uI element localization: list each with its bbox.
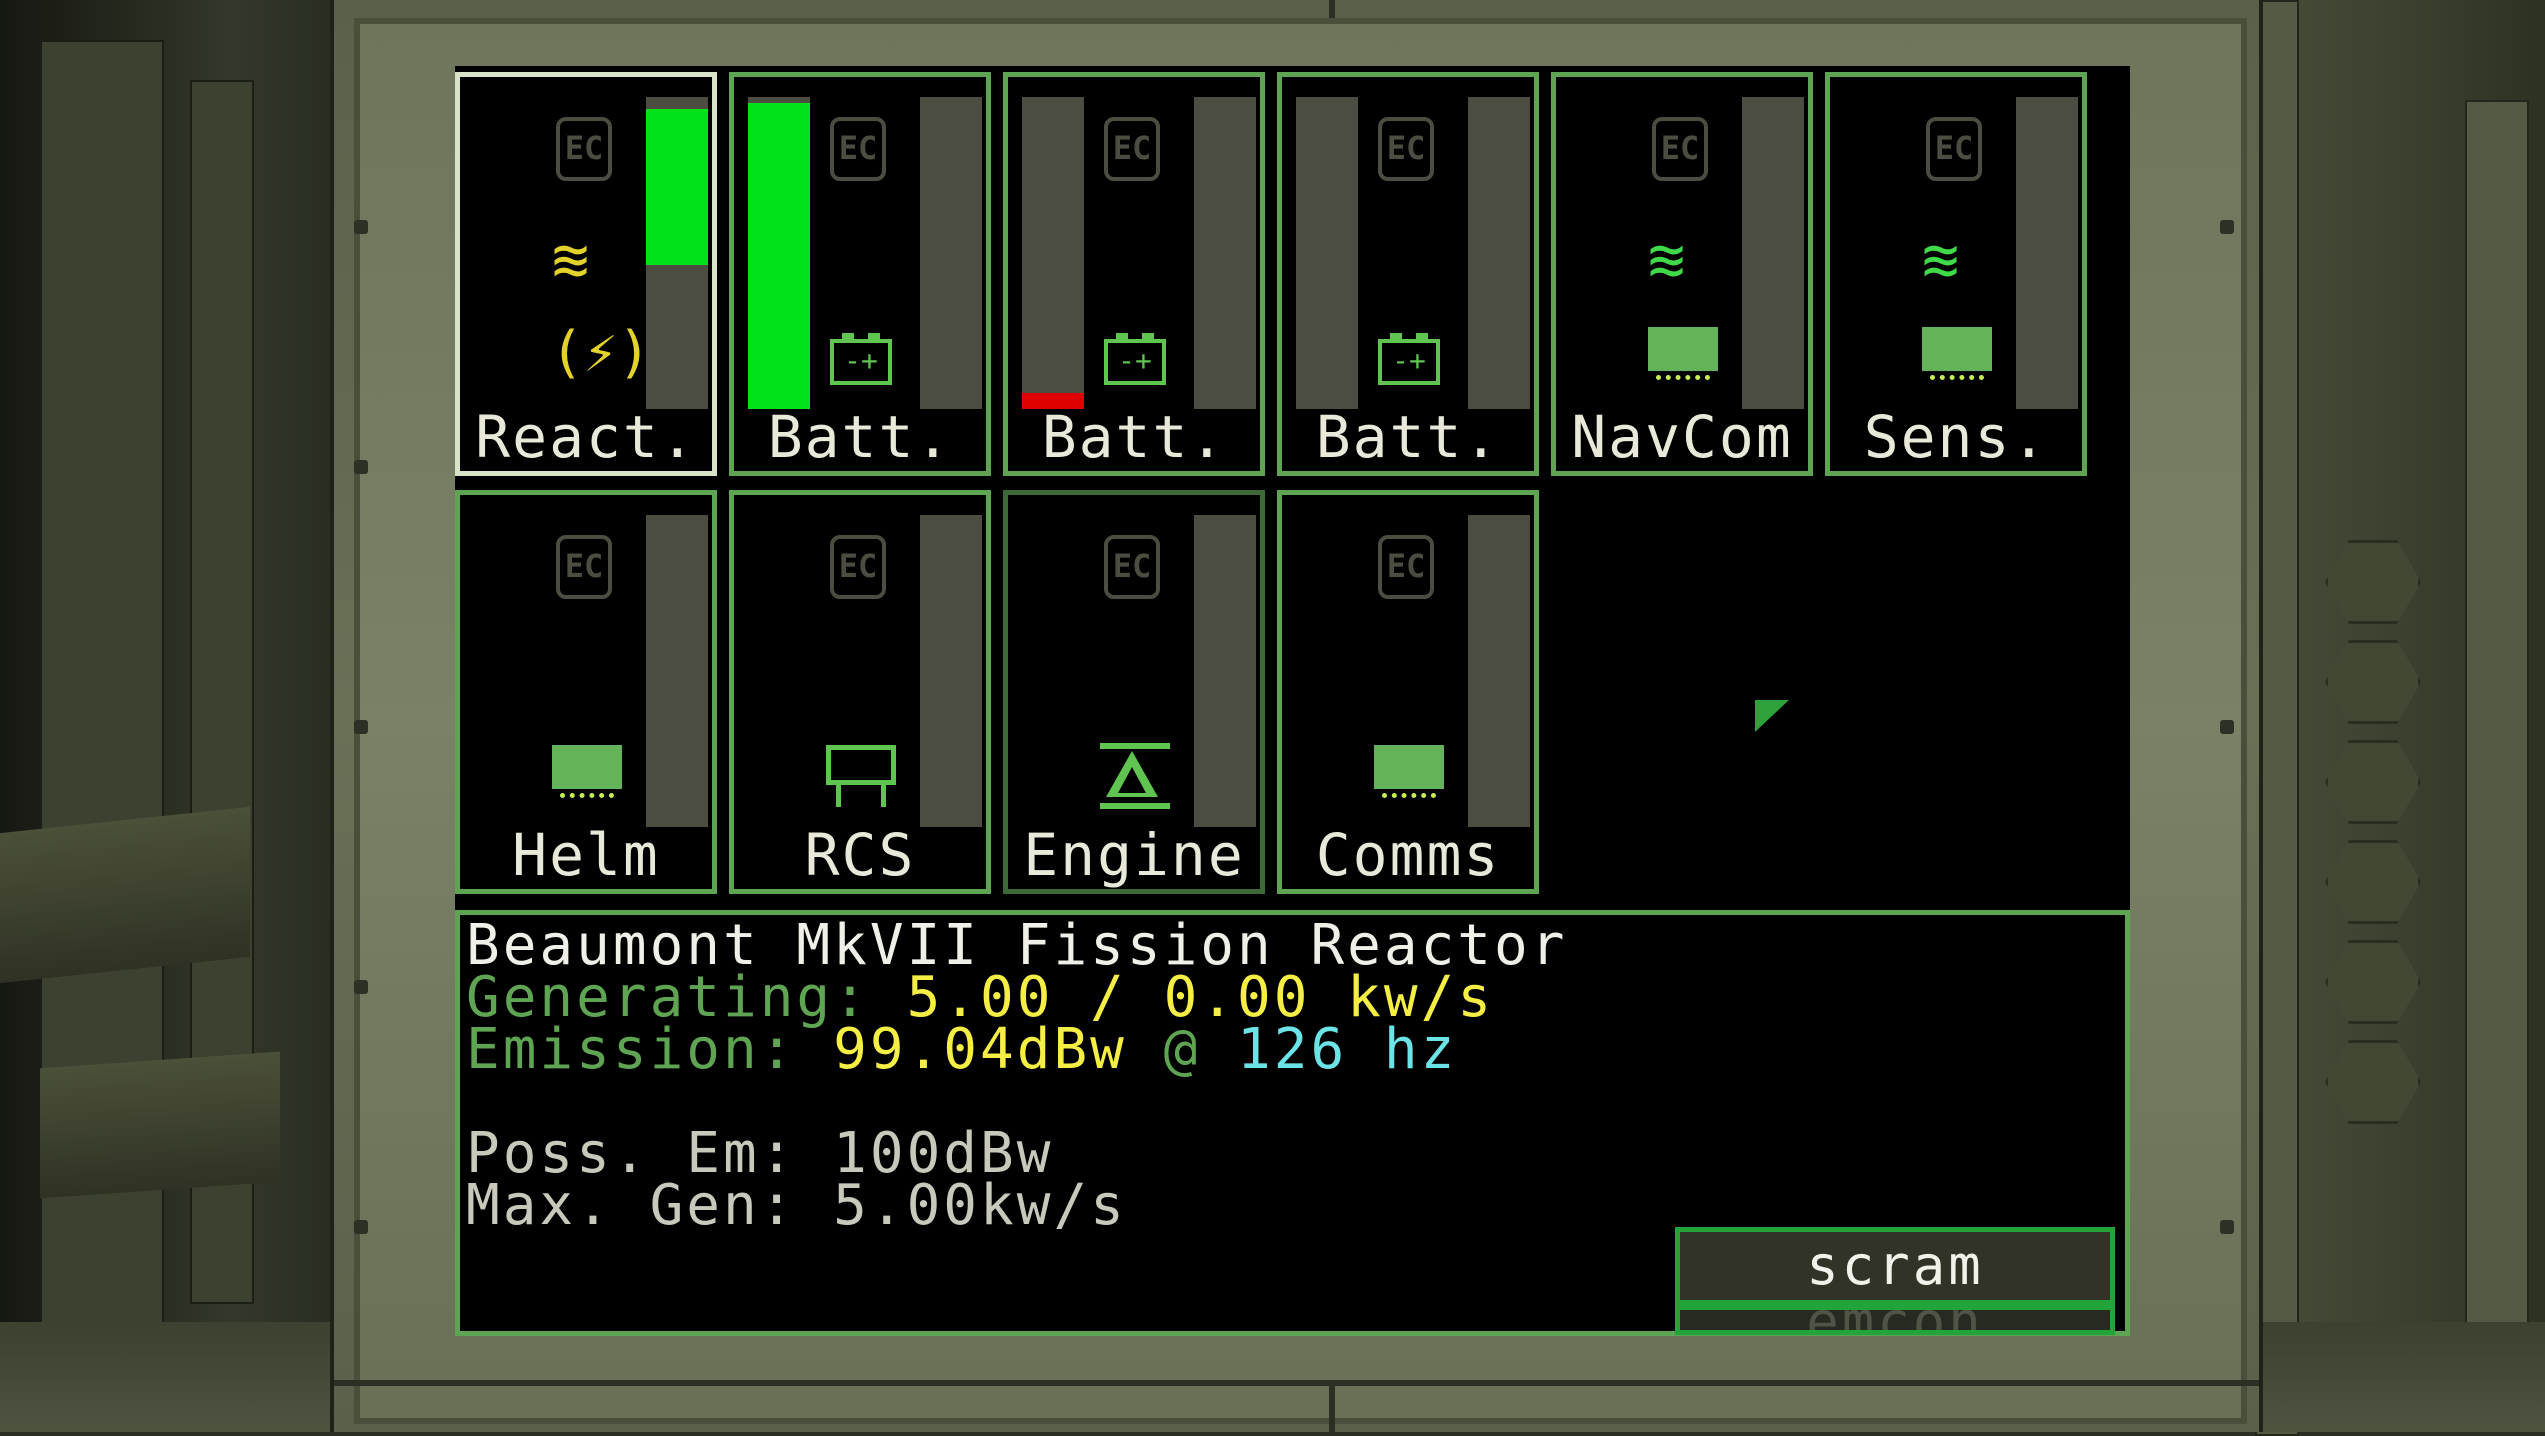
tile-label: RCS [804,821,916,889]
tile-engine[interactable]: EC Engine [1003,490,1265,894]
power-bar [920,515,982,827]
signal-icon: ≋ [1922,223,1960,296]
ec-icon: EC [1378,535,1434,599]
tile-comms[interactable]: EC Comms [1277,490,1539,894]
bolt [354,720,368,734]
scram-button[interactable]: scram [1675,1227,2115,1305]
emission-value: 99.04dBw [833,1017,1127,1082]
charge-bar [920,97,982,409]
battery-icon: -+ [1378,333,1440,385]
power-bar [748,97,810,409]
right-bulkhead [2215,0,2545,1436]
console-icon [1648,327,1718,387]
tile-label: React. [475,403,697,471]
power-bar [1194,515,1256,827]
charge-bar [1468,97,1530,409]
tile-battery-3[interactable]: EC -+ Batt. [1277,72,1539,476]
emission-label: Emission: [466,1017,797,1082]
console-icon [552,745,622,805]
ec-icon: EC [556,117,612,181]
ec-icon: EC [830,535,886,599]
signal-icon: ≋ [1648,223,1686,296]
wall-hex-panel [2325,1040,2421,1124]
tile-navcom[interactable]: EC ≋ NavCom [1551,72,1813,476]
power-bar [1022,97,1084,409]
wall-hex-panel [2325,840,2421,924]
bolt [354,220,368,234]
max-generation: Max. Gen: 5.00kw/s [466,1173,1127,1238]
power-bar-fill [646,109,708,266]
rcs-icon [826,745,896,807]
engine-icon [1100,743,1170,809]
ec-icon: EC [1104,117,1160,181]
wall-rail [2465,100,2529,1404]
ec-icon: EC [556,535,612,599]
tile-label: Engine [1023,821,1245,889]
tile-label: NavCom [1571,403,1793,471]
emission-line: Emission: 99.04dBw @ 126 hz [466,1022,1457,1078]
power-bar-fill [748,103,810,409]
bolt [354,460,368,474]
reactor-icon: (⚡) [550,320,652,385]
power-bar [646,97,708,409]
bolt [2220,720,2234,734]
tile-label: Helm [512,821,660,889]
wall-hex-panel [2325,940,2421,1024]
bolt [354,1220,368,1234]
wall-hex-panel [2325,640,2421,724]
tile-label: Batt. [1041,403,1227,471]
tile-sensors[interactable]: EC ≋ Sens. [1825,72,2087,476]
ec-icon: EC [1926,117,1982,181]
battery-icon: -+ [1104,333,1166,385]
console-icon [1374,745,1444,805]
console-icon [1922,327,1992,387]
tile-reactor[interactable]: EC ≋ (⚡) React. [455,72,717,476]
power-bar [2016,97,2078,409]
power-bar [1742,97,1804,409]
tile-label: Batt. [1315,403,1501,471]
signal-icon: ≋ [552,223,590,296]
left-bulkhead [0,0,330,1432]
mouse-cursor [1755,700,1789,732]
power-bar [646,515,708,827]
ec-icon: EC [1104,535,1160,599]
emission-frequency: 126 hz [1237,1017,1458,1082]
power-management-screen: EC ≋ (⚡) React. EC -+ Batt. EC -+ Batt. … [455,66,2130,1336]
ec-icon: EC [1652,117,1708,181]
wall-shelf [40,1051,280,1199]
tile-battery-2[interactable]: EC -+ Batt. [1003,72,1265,476]
charge-bar [1194,97,1256,409]
battery-icon: -+ [830,333,892,385]
bolt [354,980,368,994]
tile-helm[interactable]: EC Helm [455,490,717,894]
ec-icon: EC [1378,117,1434,181]
tile-battery-1[interactable]: EC -+ Batt. [729,72,991,476]
bolt [2220,1220,2234,1234]
emcon-button[interactable]: emcon [1675,1305,2115,1335]
wall-hex-panel [2325,740,2421,824]
tile-label: Comms [1315,821,1501,889]
ec-icon: EC [830,117,886,181]
power-bar [1468,515,1530,827]
tile-label: Sens. [1863,403,2049,471]
frame-seam [334,1380,2259,1386]
tile-label: Batt. [767,403,953,471]
frame-seam [1329,0,1335,18]
tile-rcs[interactable]: EC RCS [729,490,991,894]
wall-shelf [0,806,250,984]
emission-at: @ [1163,1017,1201,1082]
bolt [2220,220,2234,234]
frame-seam [1329,1386,1335,1432]
power-bar [1296,97,1358,409]
wall-hex-panel [2325,540,2421,624]
info-panel: Beaumont MkVII Fission Reactor Generatin… [455,910,2130,1336]
